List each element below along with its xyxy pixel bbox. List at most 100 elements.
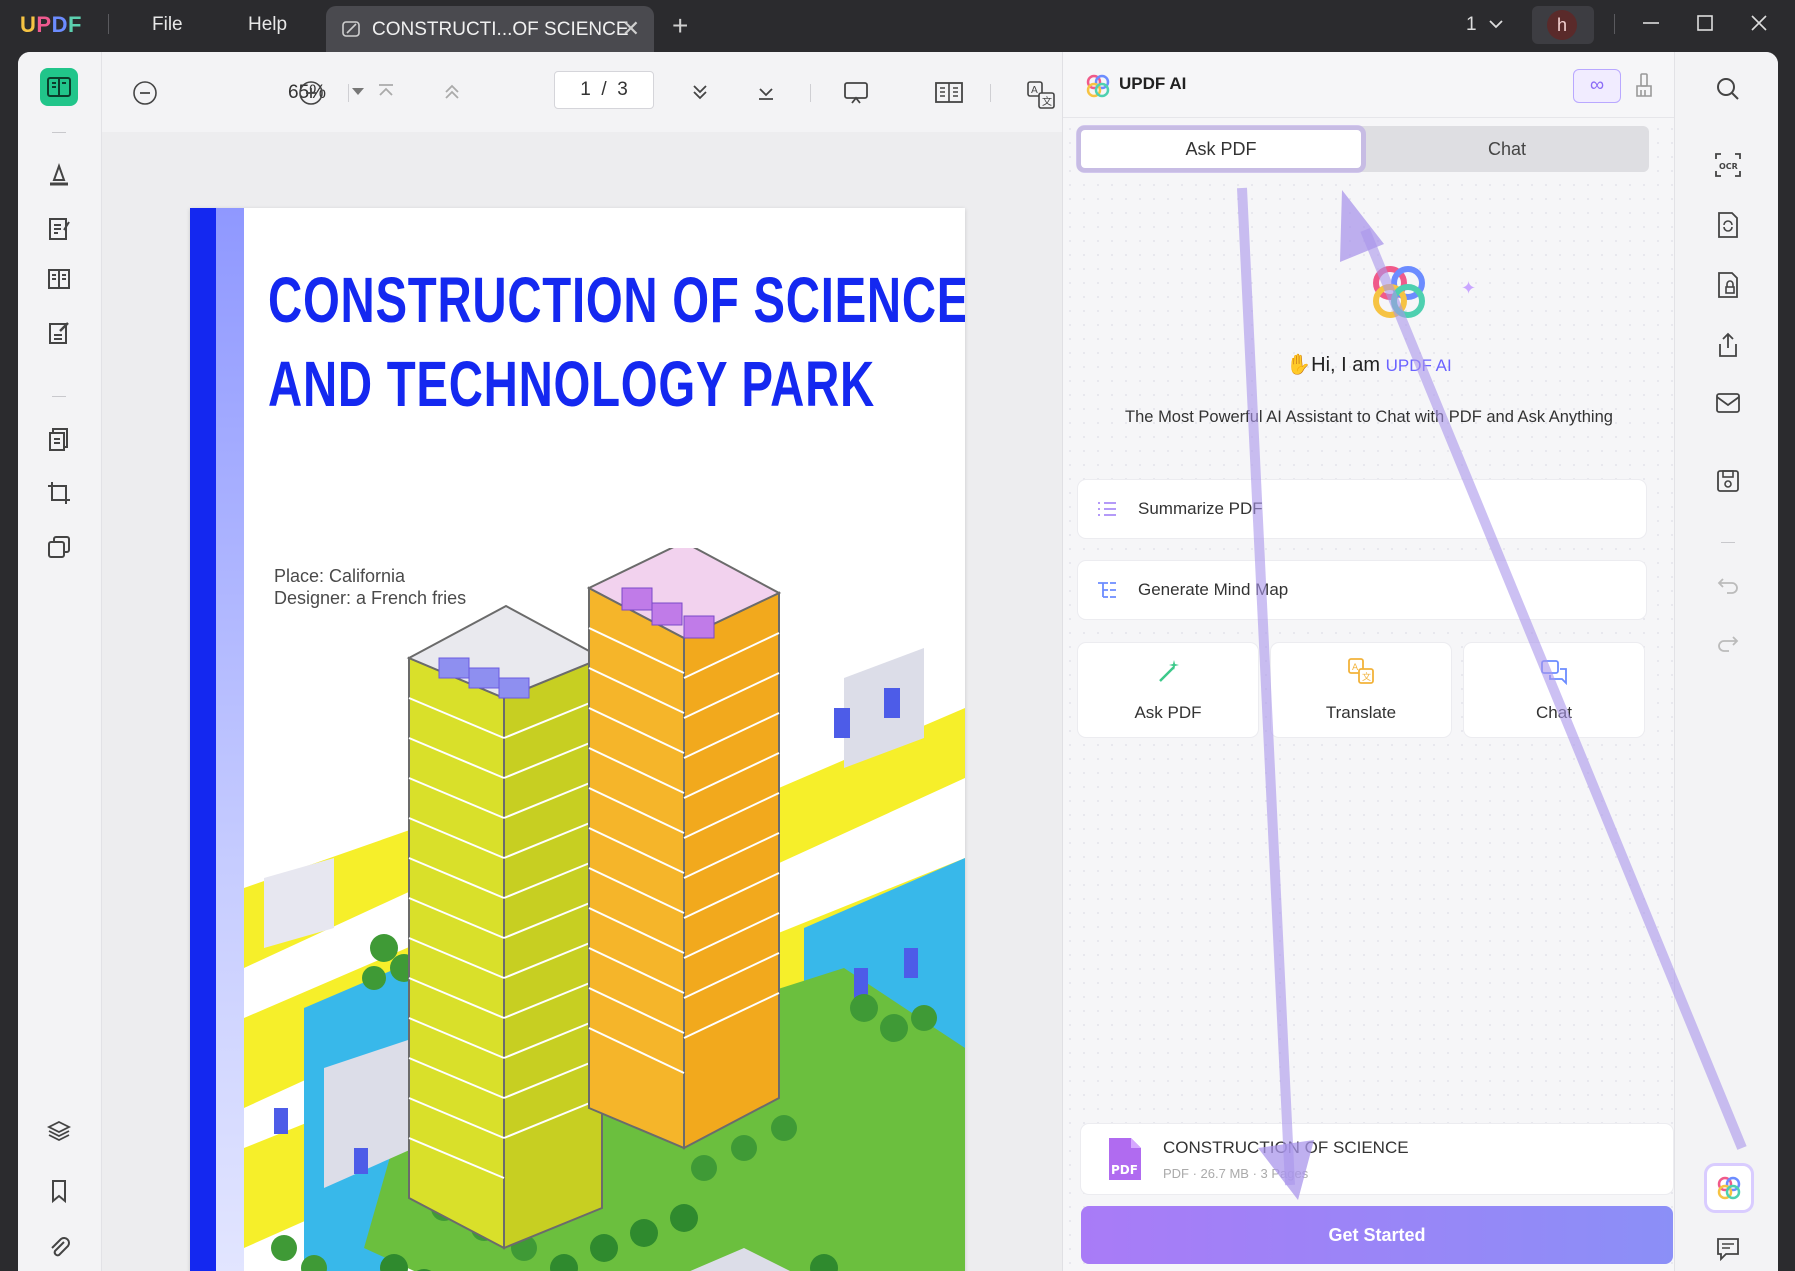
pages-icon xyxy=(48,269,70,289)
unlimited-badge[interactable]: ∞ xyxy=(1573,69,1621,103)
pdf-page[interactable]: CONSTRUCTION OF SCIENCE AND TECHNOLOGY P… xyxy=(190,208,965,1271)
reader-mode-button[interactable] xyxy=(40,68,78,106)
city-illustration xyxy=(244,548,965,1271)
email-button[interactable] xyxy=(1713,388,1743,418)
edit-doc-icon xyxy=(342,21,360,37)
tab-ask-pdf[interactable]: Ask PDF xyxy=(1081,130,1361,168)
last-page-icon[interactable] xyxy=(754,80,778,104)
updf-ai-button[interactable] xyxy=(1707,1166,1751,1210)
organize-icon xyxy=(49,428,68,451)
menu-file[interactable]: File xyxy=(152,14,183,36)
svg-text:A: A xyxy=(1352,663,1359,673)
tab-chat[interactable]: Chat xyxy=(1367,126,1647,172)
first-page-icon[interactable] xyxy=(374,80,398,104)
comment-list-icon xyxy=(1717,1238,1739,1261)
divider xyxy=(348,84,349,102)
organize-pages-button[interactable] xyxy=(40,420,78,458)
page-number-input[interactable]: 1 / 3 xyxy=(554,71,654,109)
translate-doc-icon[interactable]: A文 xyxy=(1026,80,1056,110)
zoom-out-icon[interactable] xyxy=(132,80,158,106)
chevron-down-icon[interactable] xyxy=(1486,14,1506,34)
translate-card-label: Translate xyxy=(1325,703,1397,722)
comment-tool-button[interactable] xyxy=(40,156,78,194)
batch-button[interactable] xyxy=(40,528,78,566)
page-separator: / xyxy=(601,79,607,100)
layers-button[interactable] xyxy=(40,1112,78,1150)
svg-text:A: A xyxy=(1031,85,1038,96)
close-tab-icon[interactable]: ✕ xyxy=(622,16,640,42)
file-meta: PDF · 26.7 MB · 3 Pages xyxy=(1163,1166,1309,1181)
ask-pdf-card[interactable]: Ask PDF xyxy=(1078,643,1258,737)
greeting-prefix: Hi, I am xyxy=(1311,354,1381,376)
ai-greeting: ✋Hi, I am UPDF AI xyxy=(1063,352,1675,377)
edit-pdf-button[interactable] xyxy=(40,210,78,248)
ai-panel-header: UPDF AI ∞ xyxy=(1063,52,1675,118)
save-button[interactable] xyxy=(1713,466,1743,496)
page-tool-button[interactable] xyxy=(40,260,78,298)
attached-file-card[interactable]: PDF CONSTRUCTION OF SCIENCE PDF · 26.7 M… xyxy=(1081,1124,1673,1194)
tab-title: CONSTRUCTI...OF SCIENCE xyxy=(372,19,629,40)
mind-map-icon xyxy=(1098,582,1116,598)
document-viewer[interactable]: CONSTRUCTION OF SCIENCE AND TECHNOLOGY P… xyxy=(102,132,1062,1271)
redo-button[interactable] xyxy=(1713,628,1743,658)
divider xyxy=(990,84,991,102)
mail-icon xyxy=(1716,393,1740,413)
divider xyxy=(1614,14,1615,34)
zoom-dropdown-caret[interactable] xyxy=(352,88,364,95)
svg-text:文: 文 xyxy=(1362,671,1371,683)
window-count[interactable]: 1 xyxy=(1466,14,1477,36)
attachment-button[interactable] xyxy=(40,1228,78,1266)
search-button[interactable] xyxy=(1713,74,1743,104)
generate-mind-map-button[interactable]: Generate Mind Map xyxy=(1078,561,1646,619)
translate-card[interactable]: A文 Translate xyxy=(1271,643,1451,737)
zoom-in-icon[interactable] xyxy=(298,80,324,106)
edit-text-icon xyxy=(49,218,70,240)
next-page-icon[interactable] xyxy=(688,80,712,104)
protect-button[interactable] xyxy=(1713,270,1743,300)
close-window-icon[interactable] xyxy=(1748,12,1770,34)
layers-copy-icon xyxy=(48,536,70,558)
maximize-icon[interactable] xyxy=(1694,12,1716,34)
user-avatar[interactable]: h xyxy=(1532,6,1594,44)
previous-page-icon[interactable] xyxy=(440,80,464,104)
translate-icon: A文 xyxy=(1348,658,1374,684)
ai-mode-tabs: Ask PDF Chat xyxy=(1077,126,1649,172)
generate-mind-map-label: Generate Mind Map xyxy=(1138,580,1289,599)
share-button[interactable] xyxy=(1713,330,1743,360)
page-display-icon[interactable] xyxy=(934,80,964,106)
get-started-button[interactable]: Get Started xyxy=(1081,1206,1673,1264)
clear-chat-icon[interactable] xyxy=(1633,72,1655,98)
undo-icon xyxy=(1717,578,1738,594)
comments-button[interactable] xyxy=(1713,1234,1743,1264)
document-title: CONSTRUCTION OF SCIENCE AND TECHNOLOGY P… xyxy=(268,258,965,426)
minimize-icon[interactable] xyxy=(1640,12,1662,34)
search-icon xyxy=(1717,78,1739,100)
new-tab-button[interactable]: + xyxy=(672,10,688,42)
document-title-line-1: CONSTRUCTION OF SCIENCE xyxy=(268,264,965,336)
page-accent-gradient xyxy=(216,208,244,1271)
document-title-line-2: AND TECHNOLOGY PARK xyxy=(268,348,875,420)
title-bar: UPDF File Help CONSTRUCTI...OF SCIENCE ✕… xyxy=(0,0,1795,52)
pdf-file-icon: PDF xyxy=(1109,1138,1141,1180)
crop-icon xyxy=(48,482,70,504)
slideshow-icon[interactable] xyxy=(842,80,870,106)
greeting-brand: UPDF AI xyxy=(1385,356,1452,375)
divider xyxy=(108,14,109,34)
divider xyxy=(810,84,811,102)
updf-ai-logo-icon xyxy=(1086,74,1110,98)
form-tool-button[interactable] xyxy=(40,314,78,352)
share-icon xyxy=(1719,332,1737,357)
crop-button[interactable] xyxy=(40,474,78,512)
file-name: CONSTRUCTION OF SCIENCE xyxy=(1163,1138,1409,1157)
document-toolbar: 65% 1 / 3 A文 xyxy=(102,52,1062,132)
chat-card[interactable]: Chat xyxy=(1464,643,1644,737)
menu-help[interactable]: Help xyxy=(248,14,287,36)
ocr-button[interactable]: OCR xyxy=(1713,150,1743,180)
chat-card-label: Chat xyxy=(1536,703,1572,722)
avatar-initial: h xyxy=(1547,10,1577,40)
summarize-pdf-button[interactable]: Summarize PDF xyxy=(1078,480,1646,538)
bookmark-button[interactable] xyxy=(40,1172,78,1210)
convert-button[interactable] xyxy=(1713,210,1743,240)
document-tab[interactable]: CONSTRUCTI...OF SCIENCE ✕ xyxy=(326,6,654,52)
undo-button[interactable] xyxy=(1713,570,1743,600)
